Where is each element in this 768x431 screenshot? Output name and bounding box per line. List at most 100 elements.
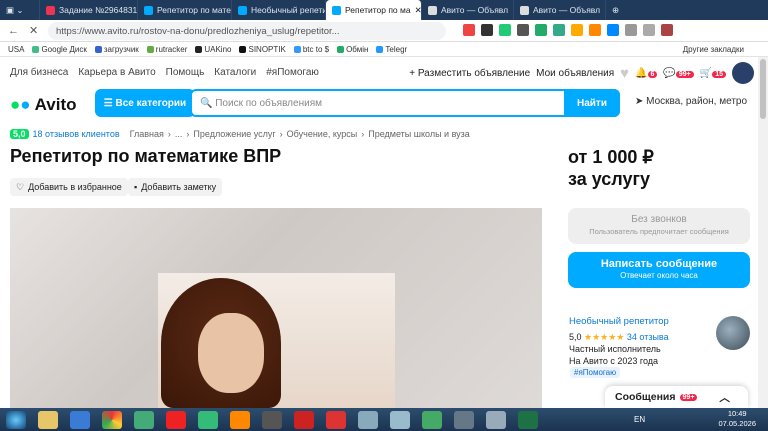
extension-icon[interactable] [463, 24, 475, 36]
messages-widget[interactable]: Сообщения 99+ ︿ [605, 386, 748, 408]
profile-icon[interactable] [661, 24, 673, 36]
loading-icon [520, 5, 529, 15]
extension-icon[interactable] [571, 24, 583, 36]
media-player-icon[interactable] [230, 410, 250, 429]
favorites-heart-icon[interactable]: ♥ [620, 65, 629, 82]
crumb[interactable]: Предметы школы и вуза [368, 129, 470, 139]
stop-icon[interactable]: ✕ [29, 24, 38, 37]
bookmark[interactable]: btc to $ [293, 45, 329, 54]
start-button[interactable] [6, 410, 26, 429]
add-note-button[interactable]: ▪ Добавить заметку [128, 178, 223, 196]
bookmark[interactable]: SINOPTIK [239, 45, 286, 54]
app-icon[interactable] [262, 410, 282, 429]
notifications-bell-icon[interactable]: 🔔 6 [635, 68, 658, 79]
bookmarks-bar: USA Google Диск загрузчик rutracker UAKi… [0, 42, 768, 57]
seller-avatar[interactable] [716, 316, 750, 350]
search-placeholder: Поиск по объявлениям [215, 97, 322, 109]
write-message-button[interactable]: Написать сообщение Отвечает около часа [568, 252, 750, 288]
crumb[interactable]: Предложение услуг [193, 129, 275, 139]
crumb[interactable]: Обучение, курсы [287, 129, 358, 139]
tab-2[interactable]: Репетитор по матем [138, 0, 232, 20]
post-ad-link[interactable]: + Разместить объявление [409, 68, 530, 79]
find-button[interactable]: Найти [564, 89, 620, 117]
all-categories-button[interactable]: ☰ Все категории [95, 89, 195, 117]
extension-icon[interactable] [481, 24, 493, 36]
chevron-up-icon[interactable]: ︿ [719, 390, 730, 405]
bookmark[interactable]: Google Диск [32, 45, 87, 54]
extension-icon[interactable] [553, 24, 565, 36]
app-icon[interactable] [454, 410, 474, 429]
extension-icon[interactable] [625, 24, 637, 36]
bookmark[interactable]: Telegr [376, 45, 407, 54]
close-icon[interactable]: ✕ [415, 5, 421, 16]
yandex-icon[interactable] [166, 410, 186, 429]
listing-photo[interactable] [10, 208, 542, 408]
tab-5[interactable]: Авито — Объявл [422, 0, 514, 20]
bookmark-icon [239, 45, 247, 53]
app-icon[interactable] [134, 410, 154, 429]
app-icon[interactable] [70, 410, 90, 429]
avito-logo[interactable]: ●● Avito [10, 95, 77, 115]
bookmark[interactable]: rutracker [146, 45, 187, 54]
user-avatar[interactable] [732, 62, 754, 84]
cart-icon[interactable]: 🛒 15 [700, 68, 726, 79]
system-clock[interactable]: 10:49 07.05.2026 [718, 409, 756, 429]
back-icon[interactable]: ← [8, 25, 19, 37]
url-field[interactable]: https://www.avito.ru/rostov-na-donu/pred… [48, 22, 446, 40]
app-icon[interactable] [390, 410, 410, 429]
messages-icon[interactable]: 💬 99+ [663, 68, 694, 79]
chrome-icon[interactable] [102, 410, 122, 429]
nav-ihelp[interactable]: #яПомогаю [266, 67, 319, 78]
extension-icon[interactable] [535, 24, 547, 36]
tab-label: Авито — Объявл [441, 5, 509, 15]
extension-icon[interactable] [499, 24, 511, 36]
reviews-link[interactable]: 18 отзывов клиентов [33, 129, 120, 139]
ihelp-tag[interactable]: #яПомогаю [570, 367, 621, 378]
categories-label: Все категории [115, 97, 187, 109]
bookmark[interactable]: USA [8, 45, 24, 54]
extension-icon[interactable] [607, 24, 619, 36]
address-bar-row: ← ✕ https://www.avito.ru/rostov-na-donu/… [0, 20, 768, 42]
scrollbar[interactable] [758, 57, 768, 408]
scrollbar-thumb[interactable] [760, 59, 766, 119]
extension-icon[interactable] [517, 24, 529, 36]
app-icon[interactable] [422, 410, 442, 429]
tab-4-active[interactable]: Репетитор по ма ✕ [326, 0, 422, 20]
note-icon: ▪ [134, 182, 138, 192]
nav-help[interactable]: Помощь [166, 67, 205, 78]
tab-1[interactable]: Задание №2964831 [40, 0, 138, 20]
tab-menu-button[interactable]: ▣ ⌄ [0, 0, 40, 20]
nav-catalogs[interactable]: Каталоги [214, 67, 256, 78]
app-icon[interactable] [326, 410, 346, 429]
location-selector[interactable]: ➤ Москва, район, метро [635, 96, 747, 107]
price-unit: за услугу [568, 169, 651, 189]
app-icon[interactable] [358, 410, 378, 429]
extension-icon[interactable] [589, 24, 601, 36]
nav-career[interactable]: Карьера в Авито [78, 67, 155, 78]
add-favorite-button[interactable]: ♡ Добавить в избранное [10, 178, 128, 196]
crumb-home[interactable]: Главная [130, 129, 164, 139]
new-tab-button[interactable]: ⊕ [606, 0, 625, 20]
explorer-icon[interactable] [38, 410, 58, 429]
nav-business[interactable]: Для бизнеса [10, 67, 68, 78]
tab-label: Необычный репетит [251, 5, 326, 15]
bookmark[interactable]: UAKino [195, 45, 231, 54]
app-icon[interactable] [198, 410, 218, 429]
bookmark[interactable]: загрузчик [94, 45, 139, 54]
search-input[interactable]: 🔍 Поиск по объявлениям [190, 89, 620, 117]
seller-type: Частный исполнитель [569, 344, 661, 354]
excel-icon[interactable] [518, 410, 538, 429]
other-bookmarks[interactable]: Другие закладки [683, 45, 744, 54]
seller-name[interactable]: Необычный репетитор [569, 316, 669, 328]
city-label: Москва, район, метро [646, 96, 748, 107]
app-icon[interactable] [294, 410, 314, 429]
tab-6[interactable]: Авито — Объявл [514, 0, 606, 20]
tab-3[interactable]: Необычный репетит [232, 0, 326, 20]
extension-icon[interactable] [643, 24, 655, 36]
seller-reviews-link[interactable]: 34 отзыва [627, 332, 669, 342]
bookmark[interactable]: Обмін [337, 45, 368, 54]
my-ads-link[interactable]: Мои объявления [536, 68, 614, 79]
app-icon[interactable] [486, 410, 506, 429]
crumb[interactable]: ... [175, 129, 183, 139]
language-indicator[interactable]: EN [634, 415, 645, 424]
